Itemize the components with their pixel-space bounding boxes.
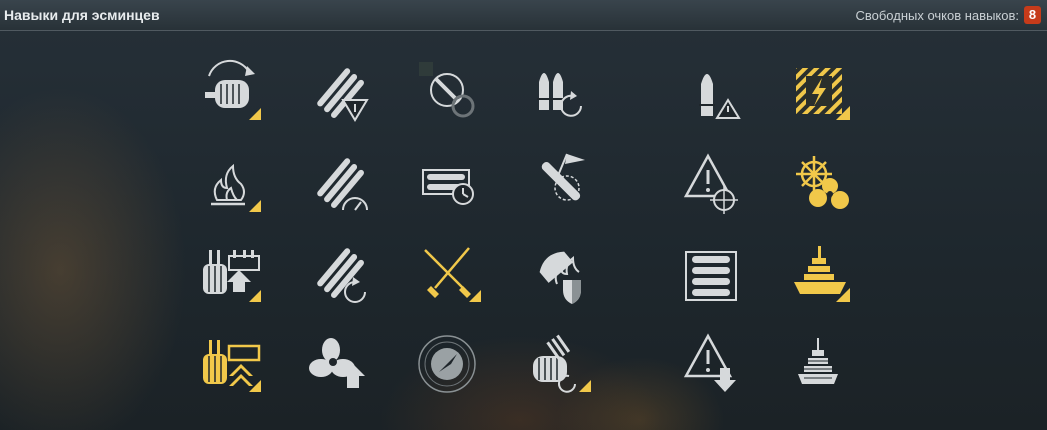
ammo-rack-icon [685,251,737,301]
warning-down-icon [683,333,736,392]
skill-helm-propeller[interactable] [790,148,860,218]
skill-turret-upgrade[interactable] [197,238,267,308]
skill-radar[interactable] [417,328,487,398]
skill-shell-reload[interactable] [527,58,597,128]
skills-grid [0,30,1047,430]
skill-torpedo-speed[interactable] [307,148,377,218]
turret-reload-icon [533,334,591,393]
skill-shell-warning[interactable] [687,58,757,128]
skill-propeller-upgrade[interactable] [307,328,377,398]
free-points-label: Свободных очков навыков: [855,8,1019,23]
skill-crossed-swords[interactable] [417,238,487,308]
prohibited-icon [419,62,475,118]
skill-torpedo-reload[interactable] [307,238,377,308]
skill-ammo-rack[interactable] [682,238,752,308]
skill-warning-crosshair[interactable] [682,148,752,218]
torpedo-speed-icon [317,158,368,211]
radar-icon [418,335,476,393]
torpedo-reload-icon [317,248,366,303]
skill-torpedo-flag[interactable] [527,148,597,218]
skill-torpedo-warning[interactable] [307,58,377,128]
skill-warning-down[interactable] [682,328,752,398]
helm-propeller-icon [796,156,849,209]
battleship-flag-icon [794,246,850,302]
page-title: Навыки для эсминцев [4,7,160,23]
ammo-rack-timer-icon [422,169,474,205]
torpedo-warning-icon [317,68,369,122]
skill-turret-double-upgrade[interactable] [197,328,267,398]
shell-warning-icon [699,74,741,119]
skill-fire[interactable] [197,148,267,218]
gun-reload-icon [205,59,261,120]
free-points-badge: 8 [1024,6,1041,24]
fire-icon [211,163,261,212]
shell-fire-shield-icon [539,251,581,304]
torpedo-flag-icon [541,153,585,201]
ship-silhouette-icon [798,338,838,384]
header-bar: Навыки для эсминцев Свободных очков навы… [0,0,1047,31]
warning-crosshair-icon [683,153,738,214]
skill-shell-fire-shield[interactable] [527,238,597,308]
skill-gun-reload[interactable] [197,58,267,128]
skill-prohibited[interactable] [417,58,487,128]
shell-reload-icon [537,73,582,117]
skill-battleship-flag[interactable] [790,238,860,308]
turret-double-upgrade-icon [203,340,261,392]
propeller-upgrade-icon [309,338,365,388]
turret-upgrade-icon [203,250,261,302]
skill-electric-hazard[interactable] [790,58,860,128]
crossed-swords-icon [424,247,481,302]
electric-hazard-icon [796,68,850,120]
skill-ship-silhouette[interactable] [790,328,860,398]
skill-turret-reload[interactable] [527,328,597,398]
skill-ammo-rack-timer[interactable] [417,148,487,218]
